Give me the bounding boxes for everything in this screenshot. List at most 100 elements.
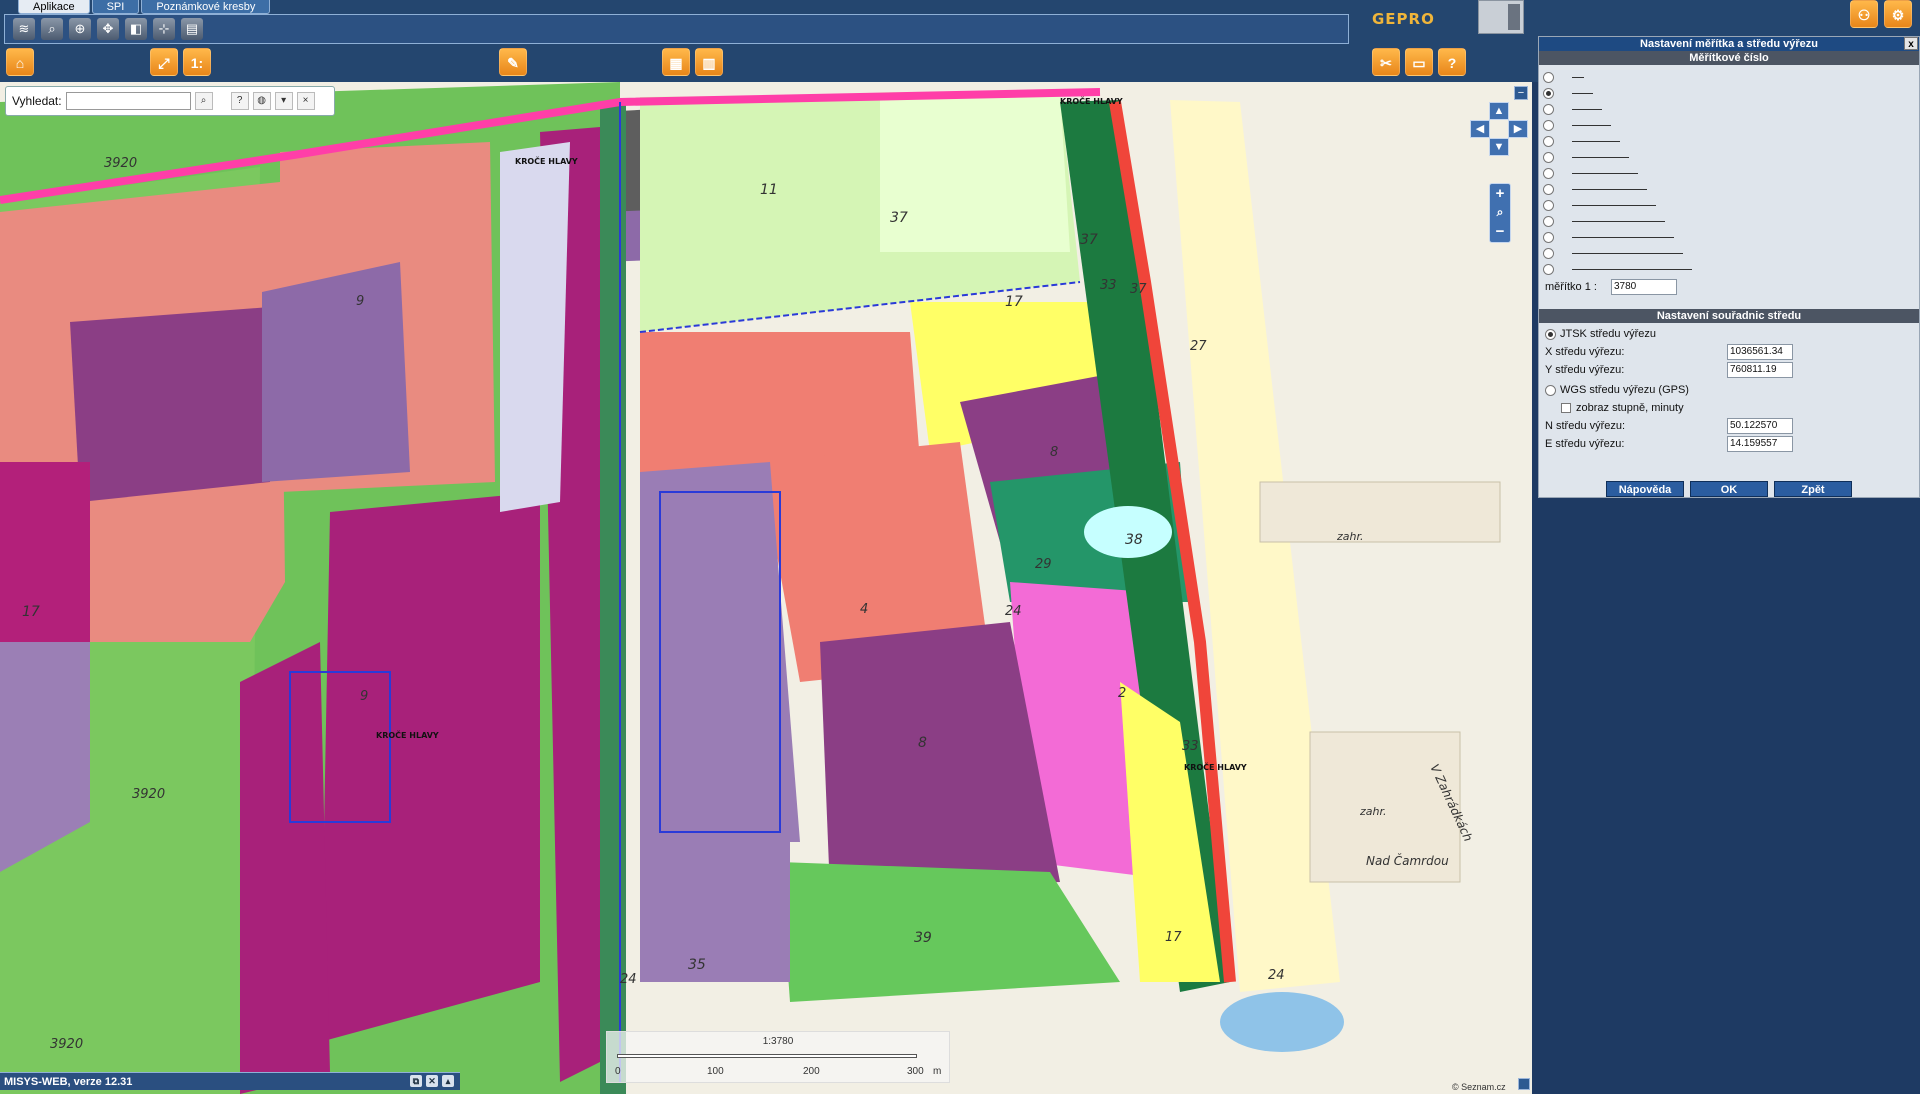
scale-option[interactable] [1543,197,1656,213]
filter-icon[interactable]: ◍ [252,92,271,110]
scale-option-radio[interactable] [1543,247,1554,259]
scale-option-radio[interactable] [1543,183,1554,195]
zoom-search-icon[interactable]: ⌕ [1490,203,1510,222]
zoom-area-icon[interactable]: ⊕ [69,18,91,40]
scale-option-radio[interactable] [1543,103,1554,115]
pan-left-icon[interactable]: ◀ [1470,120,1490,138]
dms-checkbox[interactable] [1561,403,1571,413]
pan-right-icon[interactable]: ▶ [1508,120,1528,138]
scale-input[interactable]: 3780 [1611,279,1677,295]
document-button[interactable]: ▭ [1405,48,1433,76]
help-icon[interactable]: ? [230,92,249,110]
previous-view-icon[interactable]: ◧ [125,18,147,40]
info-icon[interactable]: ▤ [181,18,203,40]
ok-button[interactable]: OK [1690,481,1768,497]
scale-option-radio[interactable] [1543,231,1554,243]
close-icon[interactable]: × [296,92,315,110]
wgs-radio[interactable] [1545,384,1556,396]
brand-logo: GEPRO [1372,10,1435,28]
layout-toggle-button[interactable] [1478,0,1524,34]
map-label: 9 [360,689,369,704]
zoom-in-icon[interactable]: + [1490,184,1510,203]
scale-option-radio[interactable] [1543,199,1554,211]
scale-line-icon [1572,140,1620,142]
n-input[interactable]: 50.122570 [1727,418,1793,434]
tab-spi[interactable]: SPI [91,0,140,14]
map-label: 17 [22,604,40,620]
user-settings-button[interactable]: ⚙ [1884,0,1912,28]
print-button[interactable]: ▦ [662,48,690,76]
pan-down-icon[interactable]: ▼ [1489,138,1509,156]
scale-option-radio[interactable] [1543,263,1554,275]
scale-option[interactable] [1543,149,1629,165]
scale-line-icon [1572,76,1584,78]
version-label: MISYS-WEB, verze 12.31 [4,1076,133,1088]
jtsk-radio[interactable] [1545,328,1556,340]
map-label: 24 [620,972,637,987]
resize-icon[interactable] [1518,1078,1530,1090]
layers-icon[interactable]: ≋ [13,18,35,40]
zoom-extent-button[interactable]: ⤢ [150,48,178,76]
home-view-button[interactable]: ⌂ [6,48,34,76]
scale-settings-button[interactable]: 1: [183,48,211,76]
search-input[interactable] [65,92,191,110]
scale-option[interactable] [1543,117,1611,133]
pan-icon[interactable]: ✥ [97,18,119,40]
scale-option-radio[interactable] [1543,151,1554,163]
scale-option-radio[interactable] [1543,87,1554,99]
scale-option[interactable] [1543,181,1647,197]
copy-icon[interactable]: ⧉ [410,1075,422,1087]
draw-tool-button[interactable]: ✎ [499,48,527,76]
zoom-out-icon[interactable]: − [1490,222,1510,241]
scale-option[interactable] [1543,101,1602,117]
e-input[interactable]: 14.159557 [1727,436,1793,452]
scale-option-radio[interactable] [1543,135,1554,147]
scale-value-row: měřítko 1 : 3780 [1539,275,1919,299]
map-label: 3920 [104,156,138,171]
map-label: 24 [1268,968,1285,983]
scale-option[interactable] [1543,133,1620,149]
scale-line-icon [1572,188,1647,190]
dms-row[interactable]: zobraz stupně, minuty [1539,399,1919,417]
export-button[interactable]: ▥ [695,48,723,76]
y-input[interactable]: 760811.19 [1727,362,1793,378]
scale-option[interactable] [1543,261,1692,277]
scale-option[interactable] [1543,229,1674,245]
measure-icon[interactable]: ⊹ [153,18,175,40]
scale-option[interactable] [1543,245,1683,261]
scale-option[interactable] [1543,165,1638,181]
scale-line-icon [1572,220,1665,222]
minimize-icon[interactable]: − [1514,86,1528,100]
pan-up-icon[interactable]: ▲ [1489,102,1509,120]
scale-option[interactable] [1543,69,1584,85]
map-canvas[interactable]: 37 37 37 17 8 38 29 24 2 33 8 4 39 35 24 17 9 9 11 33 27 24 39… [0,82,1532,1094]
scale-option-radio[interactable] [1543,119,1554,131]
scale-option-radio[interactable] [1543,71,1554,83]
close-button[interactable]: x [1904,37,1918,50]
map-label: 33 [1182,739,1199,754]
users-button[interactable]: ⚇ [1850,0,1878,28]
jtsk-row[interactable]: JTSK středu výřezu [1539,325,1919,343]
tools-button[interactable]: ✂ [1372,48,1400,76]
scale-bar: 1:3780 0 100 200 300 m [606,1031,950,1083]
tab-aplikace[interactable]: Aplikace [18,0,90,14]
help-button[interactable]: ? [1438,48,1466,76]
trash-icon[interactable]: ✕ [426,1075,438,1087]
chevron-up-icon[interactable]: ▴ [442,1075,454,1087]
help-panel-button[interactable]: Nápověda [1606,481,1684,497]
x-input[interactable]: 1036561.34 [1727,344,1793,360]
chevron-down-icon[interactable]: ▾ [274,92,293,110]
search-icon[interactable]: ⌕ [194,92,213,110]
zoom-icon[interactable]: ⌕ [41,18,63,40]
map-label: 17 [1005,294,1023,310]
scale-option-radio[interactable] [1543,215,1554,227]
scale-option[interactable] [1543,213,1665,229]
tab-poznamkove-kresby[interactable]: Poznámkové kresby [141,0,271,14]
scale-line-icon [1572,172,1638,174]
panel-layout-icon [1508,4,1520,30]
scale-option[interactable] [1543,85,1593,101]
back-button[interactable]: Zpět [1774,481,1852,497]
scale-option-radio[interactable] [1543,167,1554,179]
map-label: 3920 [132,787,166,802]
wgs-row[interactable]: WGS středu výřezu (GPS) [1539,381,1919,399]
